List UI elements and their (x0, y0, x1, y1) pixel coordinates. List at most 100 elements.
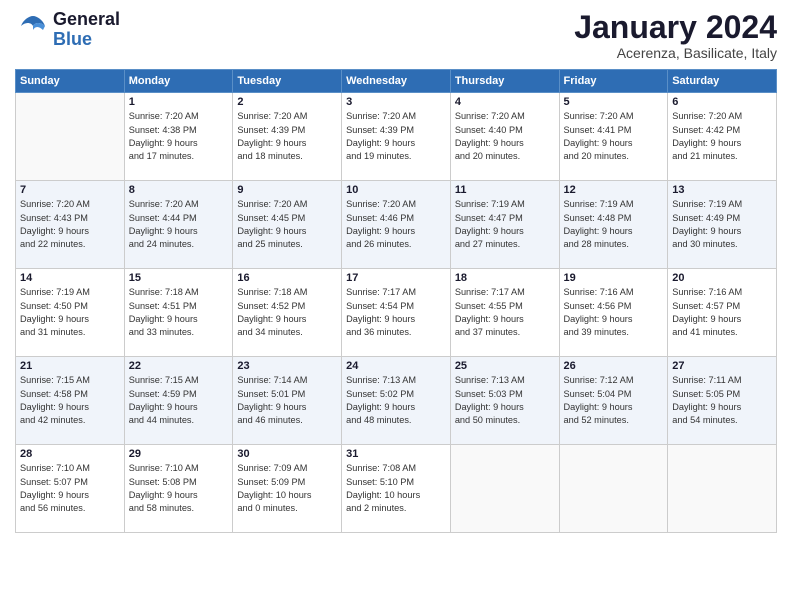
table-row: 6 Sunrise: 7:20 AMSunset: 4:42 PMDaylight… (668, 93, 777, 181)
table-row: 16Sunrise: 7:18 AMSunset: 4:52 PMDayligh… (233, 269, 342, 357)
table-row: 28 Sunrise: 7:10 AMSunset: 5:07 PMDayligh… (16, 445, 125, 533)
day-number: 9 (237, 184, 337, 196)
day-number: 3 (346, 96, 446, 108)
day-number: 31 (346, 448, 446, 460)
day-info: Sunrise: 7:20 AMSunset: 4:38 PMDaylight:… (129, 110, 229, 163)
calendar-table: Sunday Monday Tuesday Wednesday Thursday… (15, 69, 777, 533)
col-tuesday: Tuesday (233, 70, 342, 93)
calendar-week-row: 28 Sunrise: 7:10 AMSunset: 5:07 PMDayligh… (16, 445, 777, 533)
day-number: 24 (346, 360, 446, 372)
table-row: 17 Sunrise: 7:17 AMSunset: 4:54 PMDayligh… (342, 269, 451, 357)
day-info: Sunrise: 7:17 AMSunset: 4:54 PMDaylight:… (346, 286, 446, 339)
table-row: 7Sunrise: 7:20 AMSunset: 4:43 PMDaylight… (16, 181, 125, 269)
table-row: 25Sunrise: 7:13 AMSunset: 5:03 PMDayligh… (450, 357, 559, 445)
day-number: 14 (20, 272, 120, 284)
table-row: 8 Sunrise: 7:20 AMSunset: 4:44 PMDaylight… (124, 181, 233, 269)
day-number: 13 (672, 184, 772, 196)
day-number: 17 (346, 272, 446, 284)
day-number: 27 (672, 360, 772, 372)
day-info: Sunrise: 7:20 AMSunset: 4:40 PMDaylight:… (455, 110, 555, 163)
day-number: 11 (455, 184, 555, 196)
table-row (559, 445, 668, 533)
day-info: Sunrise: 7:20 AMSunset: 4:45 PMDaylight:… (237, 198, 337, 251)
day-number: 8 (129, 184, 229, 196)
month-title: January 2024 (574, 10, 777, 45)
day-number: 19 (564, 272, 664, 284)
day-number: 12 (564, 184, 664, 196)
day-number: 29 (129, 448, 229, 460)
day-info: Sunrise: 7:12 AMSunset: 5:04 PMDaylight:… (564, 374, 664, 427)
day-info: Sunrise: 7:15 AMSunset: 4:58 PMDaylight:… (20, 374, 120, 427)
table-row: 11 Sunrise: 7:19 AMSunset: 4:47 PMDayligh… (450, 181, 559, 269)
day-number: 2 (237, 96, 337, 108)
day-number: 20 (672, 272, 772, 284)
col-thursday: Thursday (450, 70, 559, 93)
table-row: 23 Sunrise: 7:14 AMSunset: 5:01 PMDayligh… (233, 357, 342, 445)
day-info: Sunrise: 7:20 AMSunset: 4:39 PMDaylight:… (237, 110, 337, 163)
logo: General Blue (15, 10, 120, 50)
day-info: Sunrise: 7:09 AMSunset: 5:09 PMDaylight:… (237, 462, 337, 515)
day-number: 26 (564, 360, 664, 372)
day-number: 25 (455, 360, 555, 372)
day-info: Sunrise: 7:20 AMSunset: 4:41 PMDaylight:… (564, 110, 664, 163)
day-info: Sunrise: 7:10 AMSunset: 5:07 PMDaylight:… (20, 462, 120, 515)
day-info: Sunrise: 7:16 AMSunset: 4:57 PMDaylight:… (672, 286, 772, 339)
table-row: 15 Sunrise: 7:18 AMSunset: 4:51 PMDayligh… (124, 269, 233, 357)
day-info: Sunrise: 7:11 AMSunset: 5:05 PMDaylight:… (672, 374, 772, 427)
table-row: 21 Sunrise: 7:15 AMSunset: 4:58 PMDayligh… (16, 357, 125, 445)
day-number: 10 (346, 184, 446, 196)
day-number: 5 (564, 96, 664, 108)
logo-general: General (53, 9, 120, 29)
day-info: Sunrise: 7:13 AMSunset: 5:02 PMDaylight:… (346, 374, 446, 427)
page-container: General Blue January 2024 Acerenza, Basi… (0, 0, 792, 612)
day-info: Sunrise: 7:20 AMSunset: 4:42 PMDaylight:… (672, 110, 772, 163)
logo-blue: Blue (53, 29, 92, 49)
day-info: Sunrise: 7:15 AMSunset: 4:59 PMDaylight:… (129, 374, 229, 427)
table-row: 10 Sunrise: 7:20 AMSunset: 4:46 PMDayligh… (342, 181, 451, 269)
table-row: 9 Sunrise: 7:20 AMSunset: 4:45 PMDaylight… (233, 181, 342, 269)
table-row: 27 Sunrise: 7:11 AMSunset: 5:05 PMDayligh… (668, 357, 777, 445)
day-info: Sunrise: 7:08 AMSunset: 5:10 PMDaylight:… (346, 462, 446, 515)
calendar-week-row: 7Sunrise: 7:20 AMSunset: 4:43 PMDaylight… (16, 181, 777, 269)
table-row: 3 Sunrise: 7:20 AMSunset: 4:39 PMDaylight… (342, 93, 451, 181)
table-row: 24 Sunrise: 7:13 AMSunset: 5:02 PMDayligh… (342, 357, 451, 445)
header: General Blue January 2024 Acerenza, Basi… (15, 10, 777, 61)
day-number: 1 (129, 96, 229, 108)
day-info: Sunrise: 7:17 AMSunset: 4:55 PMDaylight:… (455, 286, 555, 339)
day-info: Sunrise: 7:20 AMSunset: 4:46 PMDaylight:… (346, 198, 446, 251)
day-number: 16 (237, 272, 337, 284)
col-sunday: Sunday (16, 70, 125, 93)
table-row (668, 445, 777, 533)
day-info: Sunrise: 7:20 AMSunset: 4:44 PMDaylight:… (129, 198, 229, 251)
day-number: 21 (20, 360, 120, 372)
day-number: 23 (237, 360, 337, 372)
calendar-week-row: 14Sunrise: 7:19 AMSunset: 4:50 PMDayligh… (16, 269, 777, 357)
day-number: 15 (129, 272, 229, 284)
day-info: Sunrise: 7:19 AMSunset: 4:47 PMDaylight:… (455, 198, 555, 251)
table-row (450, 445, 559, 533)
table-row: 14Sunrise: 7:19 AMSunset: 4:50 PMDayligh… (16, 269, 125, 357)
day-number: 18 (455, 272, 555, 284)
day-number: 28 (20, 448, 120, 460)
day-info: Sunrise: 7:20 AMSunset: 4:39 PMDaylight:… (346, 110, 446, 163)
table-row: 1 Sunrise: 7:20 AMSunset: 4:38 PMDaylight… (124, 93, 233, 181)
table-row: 26 Sunrise: 7:12 AMSunset: 5:04 PMDayligh… (559, 357, 668, 445)
table-row: 2 Sunrise: 7:20 AMSunset: 4:39 PMDaylight… (233, 93, 342, 181)
logo-bird-icon (15, 12, 51, 48)
day-info: Sunrise: 7:16 AMSunset: 4:56 PMDaylight:… (564, 286, 664, 339)
day-info: Sunrise: 7:18 AMSunset: 4:51 PMDaylight:… (129, 286, 229, 339)
day-number: 6 (672, 96, 772, 108)
title-block: January 2024 Acerenza, Basilicate, Italy (574, 10, 777, 61)
table-row: 29Sunrise: 7:10 AMSunset: 5:08 PMDayligh… (124, 445, 233, 533)
table-row: 22Sunrise: 7:15 AMSunset: 4:59 PMDayligh… (124, 357, 233, 445)
day-number: 7 (20, 184, 120, 196)
table-row: 13Sunrise: 7:19 AMSunset: 4:49 PMDayligh… (668, 181, 777, 269)
table-row: 12Sunrise: 7:19 AMSunset: 4:48 PMDayligh… (559, 181, 668, 269)
table-row: 4Sunrise: 7:20 AMSunset: 4:40 PMDaylight… (450, 93, 559, 181)
table-row: 18 Sunrise: 7:17 AMSunset: 4:55 PMDayligh… (450, 269, 559, 357)
table-row (16, 93, 125, 181)
table-row: 31 Sunrise: 7:08 AMSunset: 5:10 PMDayligh… (342, 445, 451, 533)
day-info: Sunrise: 7:14 AMSunset: 5:01 PMDaylight:… (237, 374, 337, 427)
col-monday: Monday (124, 70, 233, 93)
table-row: 30Sunrise: 7:09 AMSunset: 5:09 PMDayligh… (233, 445, 342, 533)
